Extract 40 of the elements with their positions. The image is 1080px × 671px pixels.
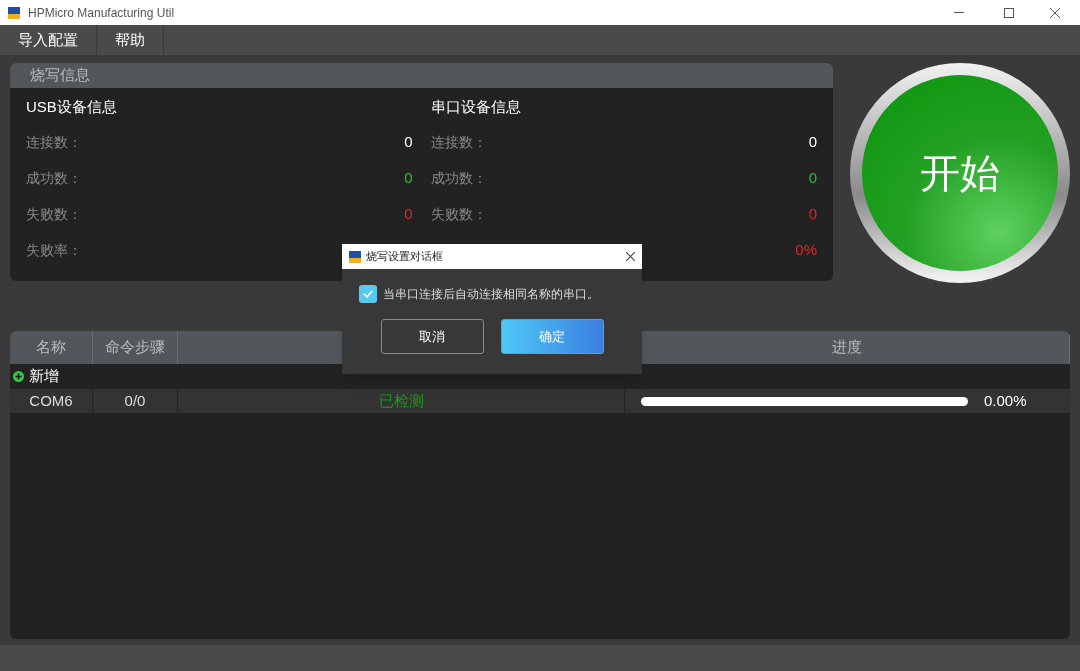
section-title: 串口设备信息 bbox=[430, 97, 522, 117]
section-title: USB设备信息 bbox=[26, 97, 118, 117]
stat-label: 连接数： bbox=[26, 132, 82, 152]
stat-label: 失败数： bbox=[26, 204, 82, 224]
menu-item[interactable]: 导入配置 bbox=[0, 25, 97, 55]
table-row[interactable]: COM6 0/0 已检测 0.00% bbox=[10, 389, 1070, 413]
panel-title: 烧写信息 bbox=[30, 65, 90, 86]
checkbox-label: 当串口连接后自动连接相同名称的串口。 bbox=[383, 286, 599, 303]
add-icon[interactable] bbox=[13, 371, 24, 382]
checkmark-icon bbox=[363, 290, 373, 298]
stat-value: 0 bbox=[808, 203, 817, 224]
menu-item[interactable]: 帮助 bbox=[97, 25, 164, 55]
stat-label: 成功数： bbox=[26, 168, 82, 188]
checkbox[interactable] bbox=[359, 285, 377, 303]
app-icon bbox=[8, 6, 20, 19]
column-header: 命令步骤 bbox=[105, 337, 165, 358]
stat-label: 失败数： bbox=[430, 204, 487, 224]
stat-value: 0 bbox=[404, 131, 413, 152]
dialog-title: 烧写设置对话框 bbox=[366, 249, 443, 265]
close-icon[interactable] bbox=[1050, 7, 1060, 18]
window-title: HPMicro Manufacturing Util bbox=[28, 4, 175, 22]
app-icon bbox=[349, 250, 361, 263]
stat-value: 0 bbox=[808, 167, 817, 188]
table-cell-text: COM6 bbox=[29, 390, 73, 411]
column-header: 进度 bbox=[832, 337, 862, 358]
status-cell-text: 已检测 bbox=[378, 390, 424, 411]
stat-value: 0 bbox=[404, 167, 413, 188]
stat-value: 0 bbox=[808, 131, 817, 152]
stat-value: 0 bbox=[404, 203, 413, 224]
table-cell-text: 0/0 bbox=[124, 390, 146, 411]
stat-label: 失败率： bbox=[26, 240, 82, 260]
progress-percent: 0.00% bbox=[984, 390, 1027, 411]
column-header: 名称 bbox=[36, 337, 66, 358]
stat-label: 连接数： bbox=[430, 132, 487, 152]
cancel-button[interactable]: 取消 bbox=[380, 319, 484, 354]
maximize-icon[interactable] bbox=[1004, 7, 1014, 18]
add-row-label[interactable]: 新增 bbox=[29, 365, 59, 388]
stat-label: 成功数： bbox=[430, 168, 487, 188]
stat-value: 0% bbox=[795, 239, 817, 260]
close-icon[interactable] bbox=[626, 252, 635, 261]
